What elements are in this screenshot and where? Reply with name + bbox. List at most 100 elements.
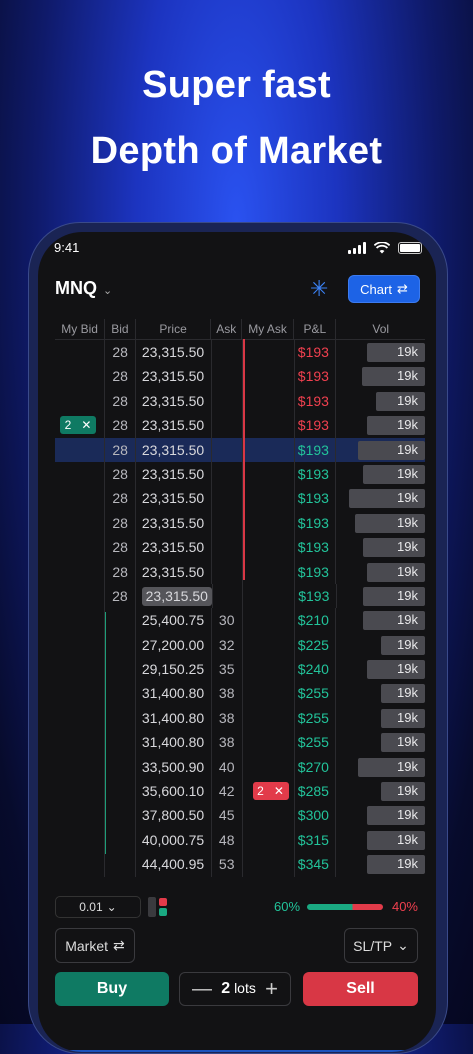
my-ask-cell[interactable] xyxy=(243,681,294,705)
buy-button[interactable]: Buy xyxy=(55,972,169,1006)
my-bid-cell[interactable] xyxy=(55,608,104,632)
table-row[interactable]: 28 23,315.50 $193 19k xyxy=(55,461,425,487)
ask-cell[interactable]: 38 xyxy=(210,681,243,706)
my-bid-cell[interactable] xyxy=(55,706,104,730)
chart-button[interactable]: Chart ⇄ xyxy=(348,275,420,303)
ask-cell[interactable]: 32 xyxy=(210,632,243,658)
step-selector[interactable]: 0.01 ⌄ xyxy=(55,896,141,918)
table-row[interactable]: 28 23,315.50 $193 19k xyxy=(55,364,425,389)
my-ask-cell[interactable] xyxy=(243,438,294,462)
bid-cell[interactable] xyxy=(104,681,136,706)
my-ask-cell[interactable] xyxy=(243,657,294,681)
ask-cell[interactable] xyxy=(210,535,243,560)
ask-cell[interactable]: 48 xyxy=(210,827,243,853)
bid-cell[interactable]: 28 xyxy=(104,413,136,438)
table-row[interactable]: 35,600.10 42 2 ✕ $285 19k xyxy=(55,779,425,804)
bid-cell[interactable] xyxy=(104,754,136,780)
my-bid-cell[interactable] xyxy=(55,803,104,827)
sell-button[interactable]: Sell xyxy=(303,972,418,1006)
bid-cell[interactable] xyxy=(104,632,136,658)
close-icon[interactable]: ✕ xyxy=(274,782,284,800)
ask-cell[interactable] xyxy=(210,510,243,536)
table-row[interactable]: 27,200.00 32 $225 19k xyxy=(55,632,425,658)
ask-cell[interactable]: 30 xyxy=(210,608,243,633)
my-bid-cell[interactable] xyxy=(55,779,104,803)
table-row[interactable]: 28 23,315.50 $193 19k xyxy=(55,437,425,462)
table-row[interactable]: 28 23,315.50 $193 19k xyxy=(55,510,425,536)
table-row[interactable]: 40,000.75 48 $315 19k xyxy=(55,827,425,853)
ask-cell[interactable]: 45 xyxy=(210,803,243,828)
ask-cell[interactable] xyxy=(210,437,243,462)
bid-cell[interactable]: 28 xyxy=(104,340,136,365)
table-row[interactable]: 31,400.80 38 $255 19k xyxy=(55,705,425,731)
ask-cell[interactable] xyxy=(210,364,243,389)
ask-cell[interactable] xyxy=(210,340,243,365)
my-bid-cell[interactable] xyxy=(55,755,104,779)
order-type-button[interactable]: Market ⇄ xyxy=(55,928,135,963)
table-row[interactable]: 37,800.50 45 $300 19k xyxy=(55,803,425,828)
table-row[interactable]: 28 23,315.50 $193 19k xyxy=(55,559,425,584)
ask-cell[interactable] xyxy=(210,461,243,487)
table-row[interactable]: 31,400.80 38 $255 19k xyxy=(55,681,425,706)
ask-cell[interactable]: 53 xyxy=(210,852,243,877)
ask-cell[interactable]: 38 xyxy=(210,705,243,731)
my-bid-cell[interactable]: 2 ✕ xyxy=(55,413,104,437)
table-row[interactable]: 33,500.90 40 $270 19k xyxy=(55,754,425,780)
table-row[interactable]: 28 23,315.50 $193 19k xyxy=(55,583,426,609)
table-row[interactable]: 28 23,315.50 $193 19k xyxy=(55,340,425,365)
bid-cell[interactable]: 28 xyxy=(104,461,136,487)
bid-cell[interactable]: 28 xyxy=(104,510,136,536)
bid-cell[interactable] xyxy=(104,657,136,682)
my-ask-cell[interactable] xyxy=(243,340,294,364)
my-ask-cell[interactable] xyxy=(243,633,294,657)
my-bid-order-tag[interactable]: 2 ✕ xyxy=(60,416,96,435)
bid-cell[interactable] xyxy=(104,803,136,828)
my-ask-cell[interactable] xyxy=(243,828,294,852)
bid-cell[interactable] xyxy=(104,852,136,877)
my-bid-cell[interactable] xyxy=(55,340,104,364)
bid-cell[interactable] xyxy=(104,705,136,731)
table-row[interactable]: 31,400.80 38 $255 19k xyxy=(55,730,425,755)
bid-cell[interactable] xyxy=(104,779,136,804)
bid-ask-toggle-icon[interactable] xyxy=(147,895,169,919)
my-bid-cell[interactable] xyxy=(55,657,104,681)
bid-cell[interactable]: 28 xyxy=(104,437,136,462)
ask-cell[interactable] xyxy=(210,388,243,414)
symbol-selector[interactable]: MNQ ⌄ xyxy=(55,278,112,299)
my-bid-cell[interactable] xyxy=(55,535,104,559)
my-ask-cell[interactable] xyxy=(243,852,294,876)
my-ask-order-tag[interactable]: 2 ✕ xyxy=(252,782,289,801)
my-ask-cell[interactable] xyxy=(243,511,294,535)
my-bid-cell[interactable] xyxy=(55,511,104,535)
my-ask-cell[interactable] xyxy=(243,364,294,388)
my-ask-cell[interactable] xyxy=(243,486,294,510)
table-row[interactable]: 29,150.25 35 $240 19k xyxy=(55,657,425,682)
my-ask-cell[interactable] xyxy=(243,462,294,486)
my-bid-cell[interactable] xyxy=(55,364,104,388)
my-ask-cell[interactable] xyxy=(243,413,294,437)
ask-cell[interactable]: 38 xyxy=(210,730,243,755)
my-ask-cell[interactable] xyxy=(243,803,294,827)
my-bid-cell[interactable] xyxy=(55,560,104,584)
table-row[interactable]: 2 ✕ 28 23,315.50 $193 19k xyxy=(55,413,425,438)
bid-cell[interactable] xyxy=(104,730,136,755)
ask-cell[interactable] xyxy=(211,583,244,609)
table-row[interactable]: 28 23,315.50 $193 19k xyxy=(55,535,425,560)
ask-cell[interactable] xyxy=(210,486,243,511)
my-ask-cell[interactable] xyxy=(243,560,294,584)
my-bid-cell[interactable] xyxy=(55,852,104,876)
bid-cell[interactable]: 28 xyxy=(104,486,136,511)
table-row[interactable]: 44,400.95 53 $345 19k xyxy=(55,852,425,877)
bid-cell[interactable]: 28 xyxy=(104,559,136,584)
my-bid-cell[interactable] xyxy=(55,584,104,608)
bid-cell[interactable]: 28 xyxy=(104,583,136,609)
ask-cell[interactable]: 40 xyxy=(210,754,243,780)
ask-cell[interactable] xyxy=(210,413,243,438)
table-row[interactable]: 28 23,315.50 $193 19k xyxy=(55,486,425,511)
my-ask-cell[interactable] xyxy=(243,755,294,779)
my-ask-cell[interactable] xyxy=(243,706,294,730)
my-ask-cell[interactable] xyxy=(243,730,294,754)
ask-cell[interactable]: 35 xyxy=(210,657,243,682)
close-icon[interactable]: ✕ xyxy=(81,416,91,434)
my-bid-cell[interactable] xyxy=(55,681,104,705)
